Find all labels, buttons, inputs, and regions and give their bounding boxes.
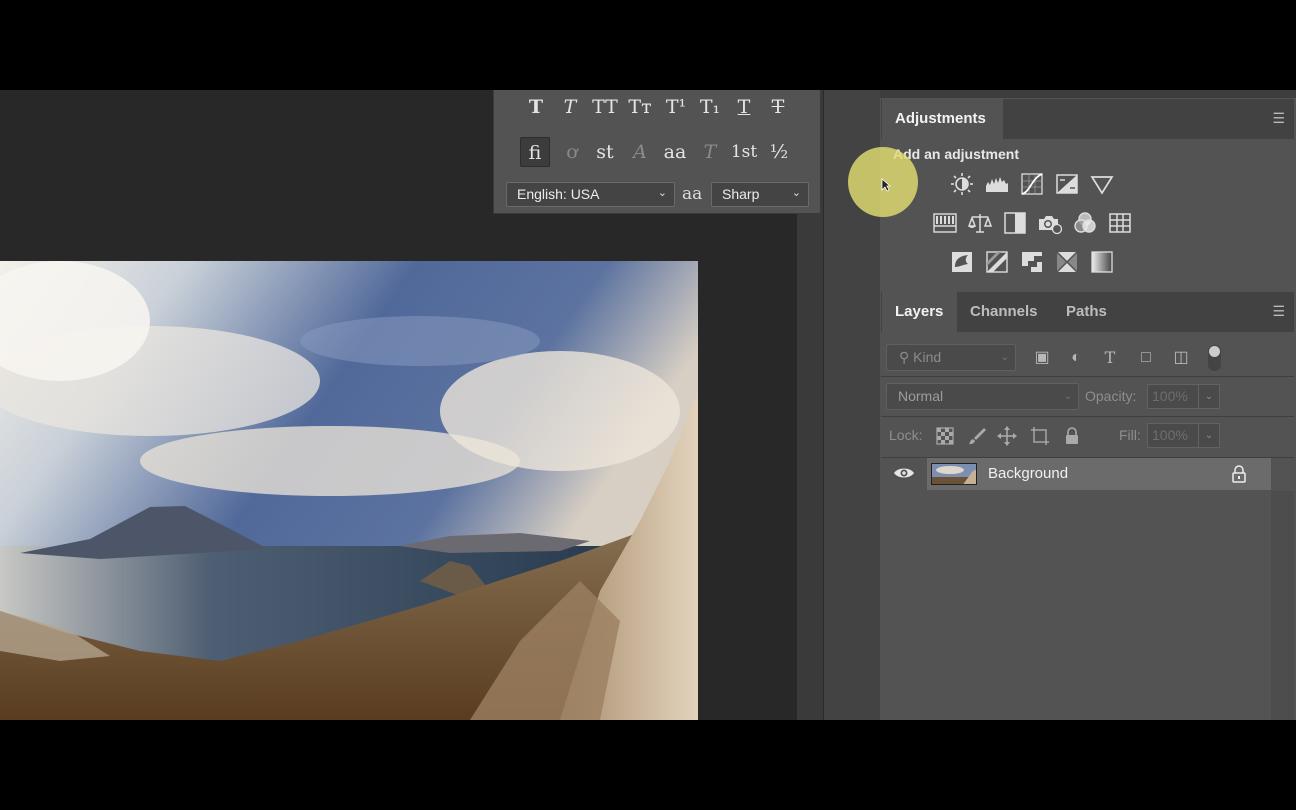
panel-menu-icon[interactable]: ☰ — [1272, 110, 1285, 127]
small-caps-button[interactable]: Tт — [625, 92, 655, 122]
lock-label: Lock: — [889, 427, 923, 443]
eye-visibility-icon[interactable] — [893, 465, 915, 481]
tab-paths[interactable]: Paths — [1066, 292, 1107, 332]
opacity-input[interactable]: 100% — [1147, 384, 1199, 409]
tab-channels[interactable]: Channels — [970, 292, 1038, 332]
blend-mode-value: Normal — [898, 388, 944, 404]
layers-scrollbar[interactable] — [1271, 491, 1294, 720]
layer-locked-icon[interactable] — [1230, 464, 1248, 484]
underline-button[interactable]: T — [729, 92, 759, 122]
strikethrough-button[interactable]: T — [763, 92, 793, 122]
lock-image-brush-icon[interactable] — [967, 426, 987, 446]
adjustment-filter-icon[interactable]: ◐ — [1065, 347, 1087, 369]
dock-header-strip — [880, 90, 1296, 98]
channel-mixer-icon[interactable] — [1073, 211, 1097, 235]
tab-adjustments[interactable]: Adjustments — [882, 99, 1003, 139]
photo-filter-icon[interactable] — [1038, 211, 1062, 235]
discretionary-ligatures-button[interactable]: st — [590, 137, 620, 167]
all-caps-button[interactable]: TT — [590, 92, 620, 122]
bottom-letterbox — [0, 720, 1296, 810]
hue-saturation-icon[interactable] — [933, 211, 957, 235]
filter-kind-dropdown[interactable]: ⚲ Kind ⌄ — [886, 344, 1016, 371]
tab-layers[interactable]: Layers — [882, 292, 957, 332]
posterize-icon[interactable] — [985, 250, 1009, 274]
filter-toggle-switch[interactable] — [1208, 345, 1221, 371]
chevron-down-icon: ⌄ — [791, 187, 801, 199]
contextual-alternates-button[interactable]: ơ — [557, 137, 587, 167]
layer-thumbnail — [931, 463, 977, 485]
language-dropdown[interactable]: English: USA ⌄ — [506, 182, 675, 207]
antialias-dropdown[interactable]: Sharp ⌄ — [711, 182, 809, 207]
language-value: English: USA — [517, 186, 600, 202]
layers-tab-bar: Layers Channels Paths ☰ — [881, 292, 1294, 332]
layer-name[interactable]: Background — [988, 465, 1068, 482]
threshold-icon[interactable] — [1020, 250, 1044, 274]
canvas-photo[interactable] — [0, 261, 698, 720]
antialias-value: Sharp — [722, 186, 760, 202]
color-balance-icon[interactable] — [968, 211, 992, 235]
gradient-map-icon[interactable] — [1090, 250, 1114, 274]
color-lookup-icon[interactable] — [1108, 211, 1132, 235]
chevron-down-icon: ⌄ — [1000, 352, 1009, 363]
swash-button[interactable]: A — [625, 137, 655, 167]
adjustments-tab-bar: Adjustments ☰ — [881, 99, 1294, 139]
panel-menu-icon[interactable]: ☰ — [1272, 303, 1285, 320]
fractions-button[interactable]: ½ — [764, 137, 794, 167]
lock-all-icon[interactable] — [1062, 426, 1082, 446]
fill-chevron-icon[interactable]: ⌄ — [1198, 423, 1220, 448]
fill-input[interactable]: 100% — [1147, 423, 1199, 448]
chevron-down-icon: ⌄ — [657, 187, 667, 199]
titling-alternates-button[interactable]: T — [695, 137, 725, 167]
ordinals-button[interactable]: 1st — [729, 137, 759, 167]
black-white-icon[interactable] — [1003, 211, 1027, 235]
selective-color-icon[interactable] — [1055, 250, 1079, 274]
layer-row-background[interactable] — [927, 458, 1271, 490]
faux-italic-button[interactable]: T — [555, 92, 585, 122]
toggle-knob — [1209, 346, 1220, 357]
vibrance-icon[interactable] — [1090, 172, 1114, 196]
standard-ligatures-button[interactable]: fi — [520, 137, 550, 167]
pixel-filter-icon[interactable]: ▣ — [1031, 347, 1053, 369]
search-icon: ⚲ — [899, 349, 910, 365]
filter-kind-value: Kind — [913, 349, 942, 365]
lock-transparent-icon[interactable] — [935, 426, 955, 446]
superscript-button[interactable]: T¹ — [661, 92, 691, 122]
smart-object-filter-icon[interactable]: ◫ — [1170, 347, 1192, 369]
adjustments-subtitle: Add an adjustment — [893, 146, 1020, 162]
faux-bold-button[interactable]: T — [521, 92, 551, 122]
chevron-down-icon: ⌄ — [1063, 391, 1072, 402]
opacity-label: Opacity: — [1085, 388, 1137, 404]
lock-artboard-icon[interactable] — [1030, 426, 1050, 446]
stylistic-alternates-button[interactable]: aa — [660, 137, 690, 167]
lock-position-move-icon[interactable] — [997, 426, 1017, 446]
opacity-chevron-icon[interactable]: ⌄ — [1198, 384, 1220, 409]
type-filter-icon[interactable]: T — [1099, 347, 1121, 369]
fill-label: Fill: — [1119, 427, 1141, 443]
curves-icon[interactable] — [1020, 172, 1044, 196]
brightness-contrast-icon[interactable] — [950, 172, 974, 196]
levels-icon[interactable] — [985, 172, 1009, 196]
antialias-icon: aa — [682, 184, 703, 204]
shape-filter-icon[interactable]: □ — [1135, 347, 1157, 369]
mouse-pointer-icon — [881, 178, 892, 197]
blend-mode-dropdown[interactable]: Normal ⌄ — [886, 383, 1079, 410]
top-letterbox — [0, 0, 1296, 90]
exposure-icon[interactable] — [1055, 172, 1079, 196]
invert-icon[interactable] — [950, 250, 974, 274]
subscript-button[interactable]: T₁ — [695, 92, 725, 122]
